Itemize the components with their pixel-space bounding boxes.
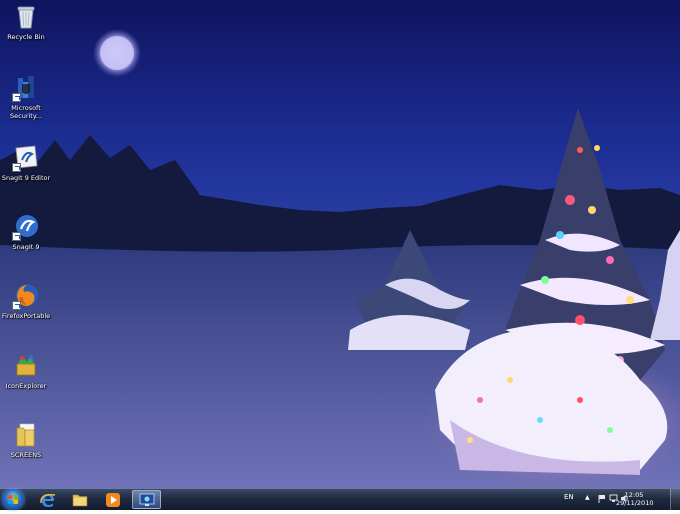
notification-area: EN ▲ 12:05 29/11/2010 [550, 489, 680, 510]
taskbar: EN ▲ 12:05 29/11/2010 [0, 488, 680, 510]
clock-date: 29/11/2010 [616, 499, 654, 507]
folder-icon [12, 421, 40, 449]
desktop-icon-recycle-bin[interactable]: Recycle Bin [0, 3, 53, 41]
shortcut-arrow-icon [12, 163, 21, 172]
action-center-flag-icon[interactable] [598, 494, 606, 505]
internet-explorer-icon [40, 493, 56, 507]
desktop-icon-iconexplorer[interactable]: IconExplorer [0, 352, 53, 390]
desktop-icon-label: Recycle Bin [7, 33, 45, 41]
desktop-background[interactable]: Recycle Bin Microsoft Security... SnagIt… [0, 0, 680, 488]
desktop-icon-firefox-portable[interactable]: FirefoxPortable [0, 282, 53, 320]
clock[interactable]: 12:05 29/11/2010 [616, 491, 654, 507]
snagit-icon [12, 213, 40, 241]
snagit-editor-icon [12, 144, 40, 172]
firefox-icon [12, 282, 40, 310]
media-player-icon [106, 492, 120, 507]
desktop-icon-label: SCREENS [10, 451, 42, 459]
clock-time: 12:05 [624, 491, 644, 499]
taskbar-remote-desktop-button[interactable] [132, 490, 161, 509]
taskbar-media-player-button[interactable] [99, 490, 127, 509]
shortcut-arrow-icon [12, 301, 21, 310]
desktop-icon-snagit-editor[interactable]: SnagIt 9 Editor [0, 144, 53, 182]
show-desktop-button[interactable] [670, 489, 680, 510]
taskbar-internet-explorer-button[interactable] [34, 490, 62, 509]
wallpaper-scene [0, 29, 680, 488]
windows-logo-icon [8, 495, 18, 504]
taskbar-windows-explorer-button[interactable] [66, 490, 94, 509]
desktop-icon-microsoft-security[interactable]: Microsoft Security... [0, 74, 53, 120]
desktop-icon-screens-folder[interactable]: SCREENS [0, 421, 53, 459]
desktop-icon-label: IconExplorer [5, 382, 47, 390]
desktop-icon-label: Microsoft Security... [10, 104, 42, 120]
microsoft-security-icon [12, 74, 40, 102]
desktop-icon-label: SnagIt 9 Editor [1, 174, 51, 182]
desktop-icon-label: SnagIt 9 [12, 243, 40, 251]
shortcut-arrow-icon [12, 232, 21, 241]
windows-explorer-icon [72, 494, 88, 506]
start-button[interactable] [2, 489, 24, 510]
shortcut-arrow-icon [12, 93, 21, 102]
iconexplorer-icon [12, 352, 40, 380]
show-hidden-icons-chevron-icon[interactable]: ▲ [585, 494, 590, 501]
language-indicator[interactable]: EN [564, 493, 574, 501]
desktop-icon-snagit[interactable]: SnagIt 9 [0, 213, 53, 251]
recycle-bin-icon [12, 3, 40, 31]
remote-desktop-icon [139, 493, 154, 506]
desktop-icon-label: FirefoxPortable [1, 312, 51, 320]
